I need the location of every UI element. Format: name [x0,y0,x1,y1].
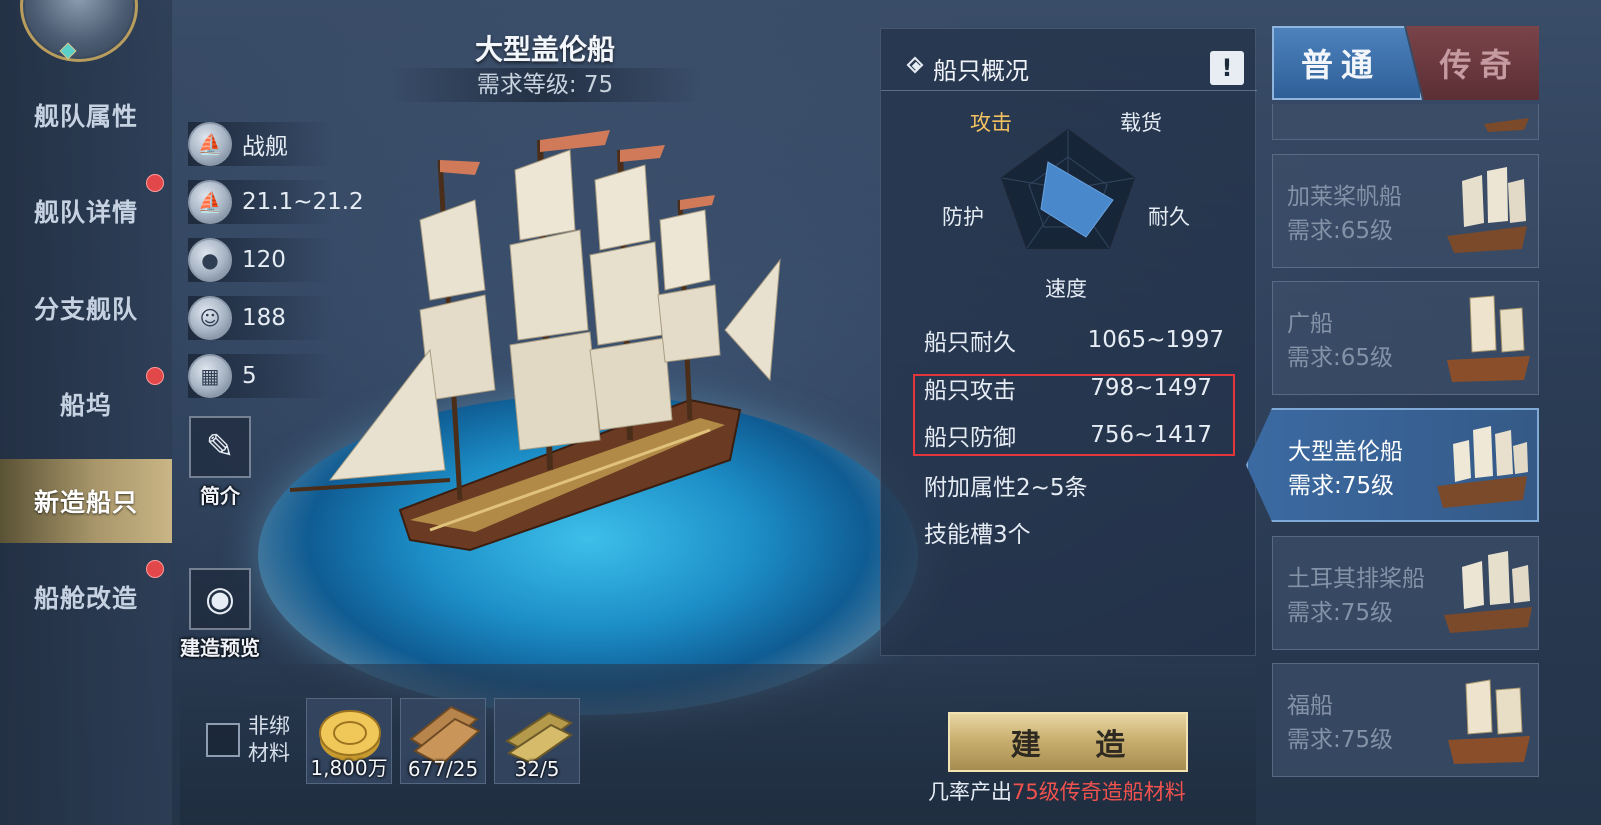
attr-value: 5 [242,363,257,389]
attr-value: 188 [242,305,286,331]
nav-item-label: 分支舰队 [33,295,138,324]
ship-card-req: 需求:65级 [1287,345,1394,371]
ship-card-name: 加莱桨帆船 [1287,184,1402,210]
ship-card-guangchuan[interactable]: 广船 需求:65级 [1272,281,1539,395]
highlight-box [913,374,1235,456]
attr-crew: ☺ 188 [188,296,333,340]
ship-thumbnail-icon [1447,295,1530,382]
stat-row-durability: 船只耐久 1065~1997 [924,320,1224,360]
nav-item-label: 船舱改造 [33,584,138,613]
intro-button[interactable]: ✎ 简介 [188,416,252,509]
list-item-partial[interactable] [1272,104,1539,140]
material-slot-wood[interactable]: 677/25 [400,698,486,784]
ship-type-icon: ⛵ [188,122,232,166]
sail-speed-icon: ⛵ [188,180,232,224]
notification-dot [146,174,164,192]
skill-slots: 技能槽3个 [924,522,1031,548]
material-count: 1,800万 [310,756,388,780]
ship-card-turkish-galley[interactable]: 土耳其排桨船 需求:75级 [1272,536,1539,650]
ship-thumbnail-icon [1437,426,1528,508]
ship-card-fuchuan[interactable]: 福船 需求:75级 [1272,663,1539,777]
ship-card-req: 需求:65级 [1287,218,1394,244]
attr-value: 战舰 [242,134,288,160]
ship-requirement: 需求等级: 75 [390,68,700,102]
material-slot-metal[interactable]: 32/5 [494,698,580,784]
radar-label-protection: 防护 [942,205,984,229]
ship-model[interactable] [270,100,830,570]
material-count: 32/5 [514,757,560,781]
ship-title: 大型盖伦船 [474,33,615,66]
attr-value: 120 [242,247,286,273]
tab-legendary[interactable]: 传奇 [1406,26,1539,100]
panel-header: 船只概况 ! [881,41,1257,91]
radar-label-durability: 耐久 [1148,205,1190,229]
ship-card-name: 大型盖伦船 [1288,439,1403,465]
build-preview-button[interactable]: ◉ 建造预览 [180,568,260,661]
radar-label-cargo: 载货 [1120,111,1162,135]
attr-supply: ● 120 [188,238,333,282]
attr-ship-type: ⛵ 战舰 [188,122,333,166]
attr-cargo: ▦ 5 [188,354,333,398]
stat-value: 1065~1997 [1087,327,1224,353]
info-button[interactable]: ! [1210,51,1244,85]
material-slot-gold[interactable]: 1,800万 [306,698,392,784]
quill-icon: ✎ [189,416,251,478]
nav-item-label: 舰队详情 [33,198,138,227]
notification-dot [146,367,164,385]
ship-card-galleass[interactable]: 加莱桨帆船 需求:65级 [1272,154,1539,268]
nonbind-label: 非绑材料 [248,714,290,765]
left-nav: 舰队属性 舰队详情 分支舰队 船坞 新造船只 船舱改造 [0,0,172,825]
attr-speed: ⛵ 21.1~21.2 [188,180,364,224]
radar-label-attack: 攻击 [970,111,1012,135]
stat-label: 船只耐久 [924,330,1016,356]
ship-card-large-galleon[interactable]: 大型盖伦船 需求:75级 [1246,408,1539,522]
nav-item-label: 船坞 [59,391,112,420]
crew-icon: ☺ [188,296,232,340]
nav-item-branch-fleet[interactable]: 分支舰队 [0,266,172,350]
attr-value: 21.1~21.2 [242,189,364,215]
supply-icon: ● [188,238,232,282]
radar-chart [1000,128,1136,249]
ship-thumbnail-icon [1447,167,1527,253]
intro-label: 简介 [200,484,240,508]
extra-attributes: 附加属性2~5条 [924,475,1088,501]
material-count: 677/25 [407,757,479,781]
build-preview-label: 建造预览 [180,636,260,660]
drop-chance-prefix: 几率产出 [928,780,1012,804]
radar-label-speed: 速度 [1045,277,1087,301]
nonbind-checkbox[interactable] [206,723,240,757]
drop-chance-note: 几率产出75级传奇造船材料 [928,776,1186,806]
avatar[interactable] [20,0,138,62]
ship-card-name: 福船 [1287,693,1333,719]
rarity-tabs: 普通 传奇 [1272,26,1539,100]
nav-item-label: 舰队属性 [33,102,138,131]
ship-card-name: 广船 [1287,311,1333,337]
ship-card-req: 需求:75级 [1287,600,1394,626]
panel-title: 船只概况 [933,57,1029,85]
eye-icon: ◉ [189,568,251,630]
drop-chance-highlight: 75级传奇造船材料 [1012,780,1186,804]
nav-item-new-ship[interactable]: 新造船只 [0,459,172,543]
ship-card-req: 需求:75级 [1287,727,1394,753]
nav-item-fleet-attributes[interactable]: 舰队属性 [0,73,172,157]
tab-normal[interactable]: 普通 [1272,26,1422,100]
nav-item-label: 新造船只 [33,488,138,517]
ship-card-name: 土耳其排桨船 [1287,566,1425,592]
notification-dot [146,560,164,578]
build-button[interactable]: 建 造 [948,712,1188,772]
ship-card-req: 需求:75级 [1288,473,1395,499]
cargo-barrel-icon: ▦ [188,354,232,398]
ship-thumbnail-icon [1444,551,1532,633]
ship-thumbnail-icon [1448,679,1530,764]
ship-thumbnail-icon [1484,118,1529,132]
